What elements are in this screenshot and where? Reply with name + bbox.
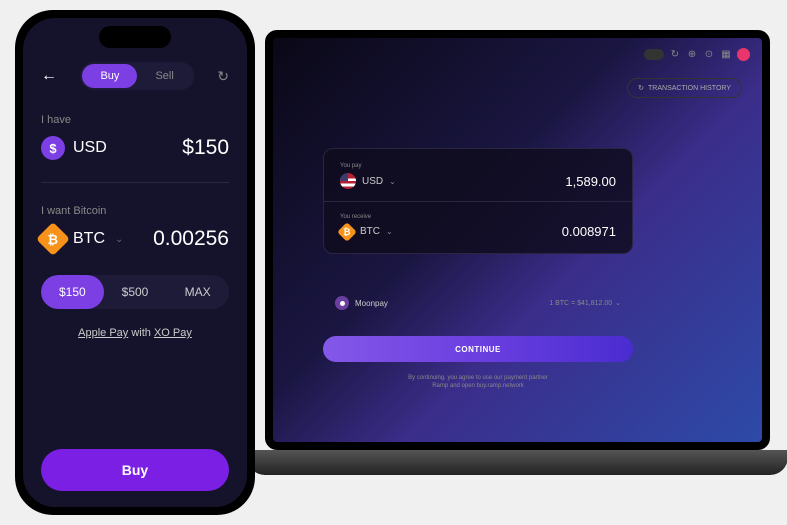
pay-with-text: with	[128, 327, 154, 339]
want-currency-selector[interactable]: ₿ BTC ⌄	[41, 227, 123, 251]
grid-icon[interactable]: ▦	[720, 49, 732, 61]
have-currency-selector[interactable]: $ USD	[41, 136, 107, 160]
chevron-down-icon: ⌄	[386, 227, 393, 236]
history-icon[interactable]: ↻	[669, 49, 681, 61]
add-icon[interactable]: ⊕	[686, 49, 698, 61]
xo-pay-label: XO Pay	[154, 327, 192, 339]
history-icon[interactable]: ↻	[217, 68, 229, 85]
provider-name: Moonpay	[355, 299, 388, 308]
laptop-screen: ↻ ⊕ ⊙ ▦ ↻ TRANSACTION HISTORY You pay US…	[265, 30, 770, 450]
phone-notch	[99, 26, 171, 48]
disclaimer-line2: Ramp and open buy.ramp.network	[323, 382, 633, 390]
theme-toggle[interactable]	[644, 49, 664, 60]
divider	[324, 201, 632, 202]
buy-sell-tabs: Buy Sell	[80, 62, 193, 90]
pay-currency-code: USD	[362, 176, 383, 187]
pay-amount[interactable]: 1,589.00	[565, 174, 616, 189]
receive-currency-code: BTC	[360, 226, 380, 237]
buy-button-label: Buy	[122, 462, 148, 478]
phone-device: ← Buy Sell ↻ I have $ USD $150 I want Bi…	[15, 10, 255, 515]
disclaimer: By continuing, you agree to use our paym…	[323, 374, 633, 391]
continue-button[interactable]: CONTINUE	[323, 336, 633, 362]
settings-icon[interactable]: ⊙	[703, 49, 715, 61]
have-label: I have	[41, 114, 229, 126]
amount-presets: $150 $500 MAX	[41, 275, 229, 309]
phone-screen: ← Buy Sell ↻ I have $ USD $150 I want Bi…	[23, 18, 247, 507]
want-amount: 0.00256	[153, 227, 229, 251]
continue-label: CONTINUE	[455, 345, 501, 354]
chevron-down-icon: ⌄	[615, 299, 621, 307]
transaction-history-button[interactable]: ↻ TRANSACTION HISTORY	[627, 78, 742, 98]
payment-method[interactable]: Apple Pay with XO Pay	[41, 327, 229, 339]
laptop-device: ↻ ⊕ ⊙ ▦ ↻ TRANSACTION HISTORY You pay US…	[265, 30, 770, 475]
receive-label: You receive	[340, 214, 616, 220]
have-amount[interactable]: $150	[182, 136, 229, 160]
i-want-section: I want Bitcoin ₿ BTC ⌄ 0.00256	[41, 205, 229, 251]
btc-icon: ₿	[337, 222, 357, 242]
laptop-topbar: ↻ ⊕ ⊙ ▦	[644, 48, 750, 61]
chevron-down-icon: ⌄	[115, 234, 123, 245]
preset-max[interactable]: MAX	[166, 275, 229, 309]
exchange-rate: 1 BTC = $41,812.00	[549, 300, 612, 307]
usd-icon: $	[41, 136, 65, 160]
want-label: I want Bitcoin	[41, 205, 229, 217]
receive-currency-selector[interactable]: ₿ BTC ⌄	[340, 225, 393, 239]
pay-label: You pay	[340, 163, 616, 169]
buy-button[interactable]: Buy	[41, 449, 229, 491]
have-currency-code: USD	[73, 139, 107, 157]
tab-sell[interactable]: Sell	[137, 64, 191, 88]
transaction-history-label: TRANSACTION HISTORY	[648, 85, 731, 92]
moonpay-icon	[335, 296, 349, 310]
divider	[41, 182, 229, 183]
us-flag-icon	[340, 173, 356, 189]
preset-150[interactable]: $150	[41, 275, 104, 309]
i-have-section: I have $ USD $150	[41, 114, 229, 160]
disclaimer-line1: By continuing, you agree to use our paym…	[323, 374, 633, 382]
apple-pay-label: Apple Pay	[78, 327, 128, 339]
provider-selector[interactable]: Moonpay 1 BTC = $41,812.00 ⌄	[323, 288, 633, 318]
receive-amount: 0.008971	[562, 224, 616, 239]
refresh-icon: ↻	[638, 84, 644, 92]
phone-header: ← Buy Sell ↻	[41, 62, 229, 90]
pay-currency-selector[interactable]: USD ⌄	[340, 173, 396, 189]
avatar[interactable]	[737, 48, 750, 61]
exchange-card: You pay USD ⌄ 1,589.00 You receive ₿ BTC…	[323, 148, 633, 254]
back-button[interactable]: ←	[41, 67, 57, 85]
want-currency-code: BTC	[73, 230, 105, 248]
preset-500[interactable]: $500	[104, 275, 167, 309]
tab-buy[interactable]: Buy	[82, 64, 137, 88]
btc-icon: ₿	[36, 222, 70, 256]
laptop-base	[247, 450, 787, 475]
chevron-down-icon: ⌄	[389, 177, 396, 186]
